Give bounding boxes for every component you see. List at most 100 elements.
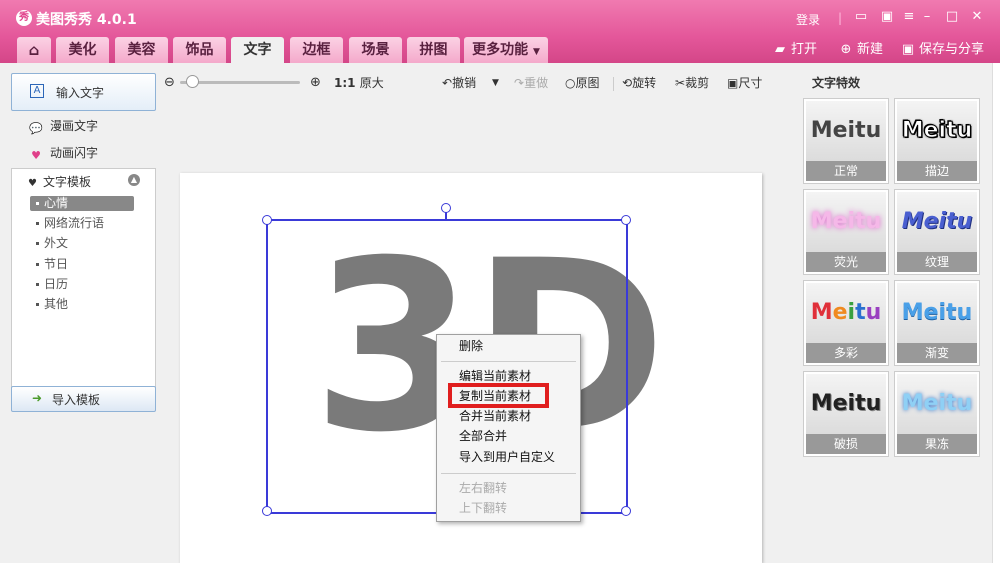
feedback-icon[interactable]: ▭ [852, 8, 870, 26]
menu-item-delete[interactable]: 删除 [459, 337, 483, 355]
crop-label: 裁剪 [685, 76, 710, 90]
effect-tile[interactable]: Meitu 描边 [894, 98, 980, 184]
tab-home[interactable]: ⌂ [17, 37, 51, 63]
tab-scenes[interactable]: 场景 [349, 37, 402, 63]
ratio-label: 1:1 [334, 76, 356, 90]
effect-preview: Meitu [897, 192, 977, 252]
effect-preview: Meitu [897, 101, 977, 161]
menu-item-flip-horizontal[interactable]: 左右翻转 [459, 479, 507, 497]
effect-tile[interactable]: Meitu 纹理 [894, 189, 980, 275]
effects-title: 文字特效 [812, 76, 861, 90]
tab-frames[interactable]: 边框 [290, 37, 343, 63]
tab-accessories[interactable]: 饰品 [173, 37, 226, 63]
menu-item-merge-all[interactable]: 全部合并 [459, 427, 507, 445]
menu-item-flip-vertical[interactable]: 上下翻转 [459, 499, 507, 517]
effect-preview: Meitu [806, 192, 886, 252]
main-tab-bar: ⌂ 美化 美容 饰品 文字 边框 场景 拼图 更多功能 ▼ ▰ 打开 ⊕ 新建 ▣ 保… [0, 37, 1000, 63]
template-item-internet-slang[interactable]: 网络流行语 [30, 216, 136, 231]
resize-handle-bottom-left[interactable] [262, 506, 272, 516]
undo-button[interactable]: ↶撤销 [442, 74, 476, 92]
undo-dropdown-icon[interactable]: ▼ [492, 74, 499, 92]
rotate-button[interactable]: ⟲旋转 [622, 74, 656, 92]
resize-handle-top-right[interactable] [621, 215, 631, 225]
effect-preview: Meitu [897, 283, 977, 343]
effect-tile[interactable]: Meitu 荧光 [803, 189, 889, 275]
template-item-foreign[interactable]: 外文 [30, 236, 136, 251]
template-item-label: 外文 [44, 236, 69, 250]
close-icon[interactable]: ✕ [968, 8, 986, 26]
home-icon: ⌂ [28, 41, 40, 59]
template-item-holiday[interactable]: 节日 [30, 257, 136, 272]
tab-collage[interactable]: 拼图 [407, 37, 460, 63]
side-strip [992, 63, 1000, 563]
effect-preview-letter: u [865, 300, 882, 325]
toolbar-divider [613, 77, 614, 91]
title-separator: | [838, 11, 843, 25]
tab-more-label: 更多功能 [472, 42, 529, 58]
save-icon: ▣ [901, 42, 915, 57]
effect-label: 破损 [806, 434, 886, 454]
original-size-label: 原大 [359, 76, 384, 90]
login-link[interactable]: 登录 [796, 11, 820, 28]
template-item-calendar[interactable]: 日历 [30, 277, 136, 292]
rotate-handle[interactable] [441, 203, 451, 213]
template-header[interactable]: ♥ 文字模板 [28, 173, 91, 190]
zoom-out-icon[interactable]: ⊖ [164, 74, 175, 92]
save-share-button[interactable]: ▣ 保存与分享 [900, 41, 984, 59]
template-item-label: 其他 [44, 297, 69, 311]
template-item-other[interactable]: 其他 [30, 297, 136, 312]
effect-label: 荧光 [806, 252, 886, 272]
maximize-icon[interactable]: □ [943, 8, 961, 26]
skin-icon[interactable]: ▣ [878, 8, 896, 26]
effect-label: 多彩 [806, 343, 886, 363]
comic-text-label: 漫画文字 [50, 119, 99, 133]
tab-beauty[interactable]: 美容 [115, 37, 168, 63]
animated-text-button[interactable]: ♥ 动画闪字 [28, 144, 98, 162]
effect-preview: Meitu [897, 374, 977, 434]
crop-button[interactable]: ✂裁剪 [675, 74, 709, 92]
minimize-icon[interactable]: – [918, 8, 936, 26]
tab-more[interactable]: 更多功能 ▼ [464, 37, 548, 63]
open-label: 打开 [791, 42, 818, 57]
effect-preview-letter: M [810, 300, 833, 325]
effect-label: 渐变 [897, 343, 977, 363]
redo-button[interactable]: ↷重做 [514, 74, 548, 92]
menu-icon[interactable]: ≡ [900, 8, 918, 26]
import-template-button[interactable]: ➜ 导入模板 [11, 386, 156, 412]
comic-text-button[interactable]: 💬 漫画文字 [28, 117, 98, 135]
redo-label: 重做 [524, 76, 549, 90]
menu-item-merge[interactable]: 合并当前素材 [459, 407, 531, 425]
size-button[interactable]: ▣尺寸 [727, 74, 762, 92]
menu-divider [441, 361, 576, 362]
tab-beautify[interactable]: 美化 [56, 37, 109, 63]
bullet-icon [36, 242, 39, 245]
effect-label: 描边 [897, 161, 977, 181]
effect-tile[interactable]: Meitu 正常 [803, 98, 889, 184]
effect-preview: Meitu [806, 283, 886, 343]
import-icon: ➜ [32, 391, 43, 405]
effect-tile[interactable]: Meitu 破损 [803, 371, 889, 457]
effect-tile[interactable]: Meitu 渐变 [894, 280, 980, 366]
left-panel: A 输入文字 💬 漫画文字 ♥ 动画闪字 ♥ 文字模板 ▲ 心情 网络流行语 外文 节… [10, 70, 156, 550]
save-share-label: 保存与分享 [919, 42, 985, 57]
menu-item-import-custom[interactable]: 导入到用户自定义 [459, 448, 555, 466]
redo-icon: ↷ [514, 76, 525, 90]
collapse-icon[interactable]: ▲ [128, 174, 140, 186]
original-image-button[interactable]: ○原图 [565, 74, 600, 92]
new-button[interactable]: ⊕ 新建 [838, 41, 883, 59]
actual-size-button[interactable]: 1:1 原大 [334, 74, 384, 92]
undo-icon: ↶ [442, 76, 453, 90]
open-button[interactable]: ▰ 打开 [772, 41, 817, 59]
effect-tile[interactable]: Meitu 多彩 [803, 280, 889, 366]
resize-handle-top-left[interactable] [262, 215, 272, 225]
rotate-icon: ⟲ [622, 76, 633, 90]
zoom-slider-handle[interactable] [186, 75, 199, 88]
template-item-mood[interactable]: 心情 [30, 196, 134, 211]
bullet-icon [36, 222, 39, 225]
effect-tile[interactable]: Meitu 果冻 [894, 371, 980, 457]
zoom-in-icon[interactable]: ⊕ [310, 74, 321, 92]
template-item-label: 日历 [44, 277, 69, 291]
tab-text[interactable]: 文字 [231, 37, 284, 63]
resize-handle-bottom-right[interactable] [621, 506, 631, 516]
input-text-button[interactable]: A 输入文字 [11, 73, 156, 111]
